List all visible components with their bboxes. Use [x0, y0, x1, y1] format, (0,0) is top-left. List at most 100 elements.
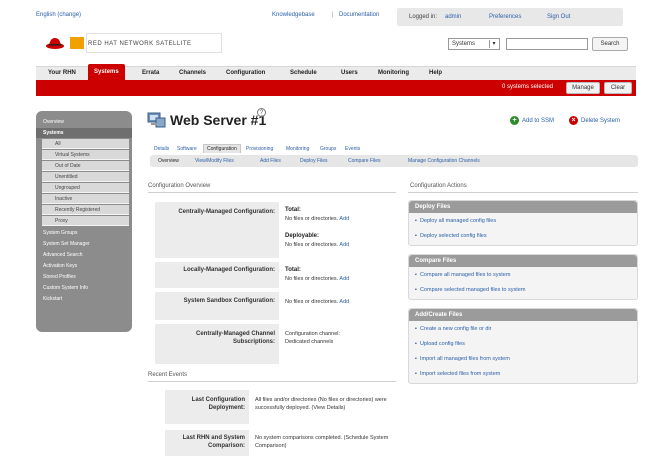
tab-systems[interactable]: Systems: [88, 64, 125, 81]
search-scope-select[interactable]: Systems ▾: [448, 38, 500, 50]
sidebar-item-system-groups[interactable]: System Groups: [36, 228, 132, 238]
actions-heading: Configuration Actions: [410, 183, 467, 189]
separator: |: [332, 12, 334, 18]
action-link[interactable]: Import all managed files from system: [415, 356, 510, 362]
tab-details[interactable]: Details: [154, 146, 169, 152]
tab-software[interactable]: Software: [177, 146, 197, 152]
tab-schedule[interactable]: Schedule: [290, 70, 317, 76]
tab-channels[interactable]: Channels: [179, 70, 206, 76]
row-label-central: Centrally-Managed Configuration:: [155, 202, 279, 258]
sidebar-subitem[interactable]: Proxy: [42, 216, 129, 226]
user-link[interactable]: admin: [445, 14, 461, 20]
sidebar-subitem[interactable]: Unentitled: [42, 172, 129, 182]
tab-users[interactable]: Users: [341, 70, 358, 76]
sidebar-subitem[interactable]: Virtual Systems: [42, 150, 129, 160]
deploy-files-panel: Deploy Files Deploy all managed config f…: [408, 200, 638, 246]
sidebar-subitem[interactable]: Out of Date: [42, 161, 129, 171]
last-compare-value: No system comparisons completed. (Schedu…: [255, 435, 389, 449]
preferences-link[interactable]: Preferences: [489, 14, 521, 20]
sidebar-item-advanced-search[interactable]: Advanced Search: [36, 250, 132, 260]
sidebar-item-activation-keys[interactable]: Activation Keys: [36, 261, 132, 271]
tab-help[interactable]: Help: [429, 70, 442, 76]
tab-your-rhn[interactable]: Your RHN: [48, 70, 76, 76]
action-link[interactable]: Import selected files from system: [415, 371, 500, 377]
subtab-deploy-files[interactable]: Deploy Files: [300, 158, 328, 164]
action-link[interactable]: Upload config files: [415, 341, 465, 347]
tab-monitoring-sub[interactable]: Monitoring: [286, 146, 309, 152]
manage-button[interactable]: Manage: [566, 82, 600, 94]
row-label-channels: Centrally-Managed Channel Subscriptions:: [155, 324, 279, 364]
local-total-value: No files or directories. Add: [285, 276, 350, 282]
action-link[interactable]: Create a new config file or dir: [415, 326, 492, 332]
sidebar-item-stored-profiles[interactable]: Stored Profiles: [36, 272, 132, 282]
top-utility-bar: English (change) Knowledgebase | Documen…: [0, 8, 657, 26]
sidebar-subitem[interactable]: All: [42, 139, 129, 149]
deployable-label: Deployable:: [285, 233, 320, 239]
row-label-last-deploy: Last Configuration Deployment:: [165, 390, 249, 424]
delete-system-link[interactable]: Delete System: [581, 118, 620, 124]
documentation-link[interactable]: Documentation: [339, 12, 379, 18]
events-heading: Recent Events: [148, 372, 188, 378]
divider: [148, 381, 396, 382]
add-link[interactable]: Add: [339, 299, 349, 305]
config-subtabs: Overview View/Modify Files Add Files Dep…: [150, 155, 638, 167]
deployable-value: No files or directories. Add: [285, 242, 350, 248]
tab-monitoring[interactable]: Monitoring: [378, 70, 409, 76]
tab-groups[interactable]: Groups: [320, 146, 336, 152]
search-button[interactable]: Search: [592, 37, 628, 51]
divider: [148, 192, 396, 193]
row-label-sandbox: System Sandbox Configuration:: [155, 292, 279, 320]
tab-configuration[interactable]: Configuration: [226, 70, 265, 76]
sidebar-item-overview[interactable]: Overview: [36, 117, 132, 127]
add-to-ssm-link[interactable]: Add to SSM: [522, 118, 554, 124]
sidebar-subitem[interactable]: Inactive: [42, 194, 129, 204]
tab-errata[interactable]: Errata: [142, 70, 159, 76]
channel-subscriptions-link[interactable]: Configuration channel: Dedicated channel…: [285, 330, 355, 346]
add-create-files-panel: Add/Create Files Create a new config fil…: [408, 308, 638, 384]
subtab-overview[interactable]: Overview: [158, 158, 179, 164]
search-scope-value: Systems: [452, 41, 476, 47]
overview-heading: Configuration Overview: [148, 183, 211, 189]
action-link[interactable]: Compare all managed files to system: [415, 272, 510, 278]
logged-in-label: Logged in:: [409, 14, 438, 20]
last-deploy-value: All files and/or directories (No files o…: [255, 397, 387, 411]
brand-text: RED HAT NETWORK SATELLITE: [88, 41, 192, 47]
search-input[interactable]: [506, 38, 588, 50]
local-total-label: Total:: [285, 267, 301, 273]
selected-count: 0 systems selected: [502, 84, 554, 90]
add-icon[interactable]: +: [510, 116, 519, 125]
panel-title: Compare Files: [409, 255, 637, 267]
tab-provisioning[interactable]: Provisioning: [246, 146, 273, 152]
panel-title: Add/Create Files: [409, 309, 637, 321]
add-link[interactable]: Add: [339, 276, 349, 282]
delete-icon[interactable]: ×: [569, 116, 578, 125]
sign-out-link[interactable]: Sign Out: [547, 14, 570, 20]
sidebar-subitem[interactable]: Ungrouped: [42, 183, 129, 193]
compare-files-panel: Compare Files Compare all managed files …: [408, 254, 638, 300]
tab-events[interactable]: Events: [345, 146, 360, 152]
panel-title: Deploy Files: [409, 201, 637, 213]
knowledgebase-link[interactable]: Knowledgebase: [272, 12, 315, 18]
add-link[interactable]: Add: [339, 242, 349, 248]
sidebar-item-kickstart[interactable]: Kickstart: [36, 294, 132, 304]
subtab-compare-files[interactable]: Compare Files: [348, 158, 381, 164]
subtab-add-files[interactable]: Add Files: [260, 158, 281, 164]
sidebar-item-systems[interactable]: Systems: [36, 128, 132, 138]
row-label-local: Locally-Managed Configuration:: [155, 262, 279, 288]
action-link[interactable]: Deploy selected config files: [415, 233, 487, 239]
total-value: No files or directories. Add: [285, 216, 350, 222]
action-link[interactable]: Compare selected managed files to system: [415, 287, 525, 293]
server-icon: [147, 112, 166, 128]
clear-button[interactable]: Clear: [604, 82, 632, 94]
action-link[interactable]: Deploy all managed config files: [415, 218, 496, 224]
sidebar-item-custom-info[interactable]: Custom System Info: [36, 283, 132, 293]
help-icon[interactable]: ?: [257, 108, 266, 117]
sidebar-item-ssm[interactable]: System Set Manager: [36, 239, 132, 249]
sidebar-subitem[interactable]: Recently Registered: [42, 205, 129, 215]
subtab-view-modify-files[interactable]: View/Modify Files: [195, 158, 234, 164]
divider: [408, 192, 638, 193]
add-link[interactable]: Add: [339, 216, 349, 222]
language-link[interactable]: English (change): [36, 12, 81, 18]
subtab-manage-channels[interactable]: Manage Configuration Channels: [408, 158, 480, 164]
tab-configuration-sub[interactable]: Configuration: [203, 144, 241, 153]
